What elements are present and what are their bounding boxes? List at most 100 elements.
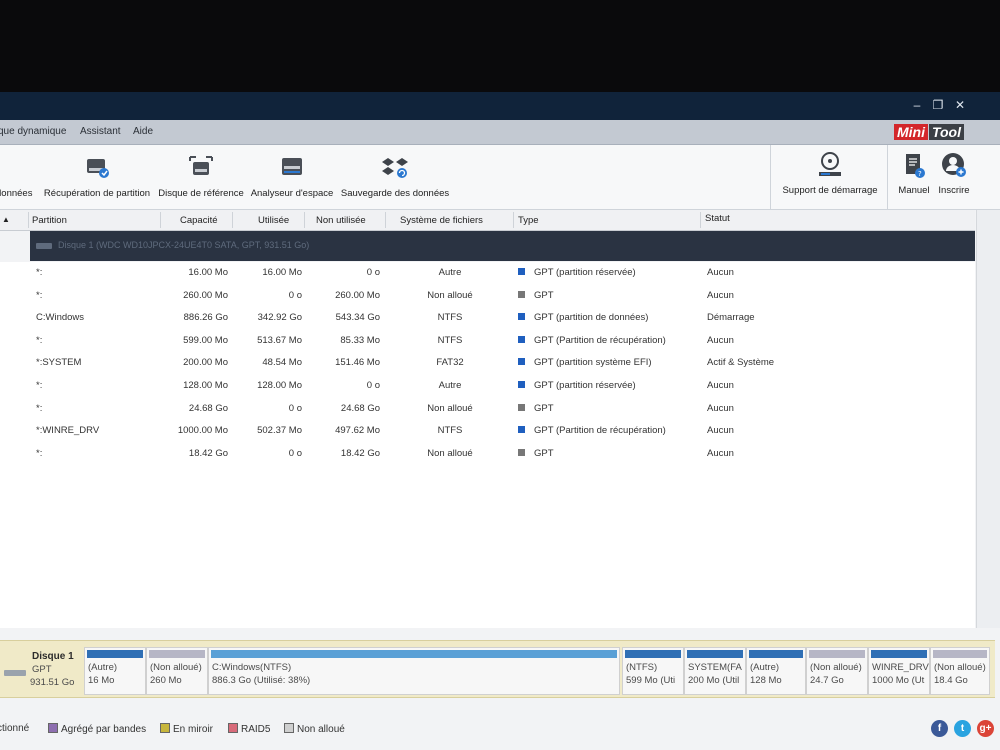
table-row[interactable]: *: 16.00 Mo 16.00 Mo 0 o Autre GPT (partition… xyxy=(0,262,975,285)
col-status[interactable]: Statut xyxy=(705,213,730,224)
type-color-square xyxy=(518,358,525,366)
legend-item: En miroir xyxy=(160,723,213,735)
col-partition[interactable]: Partition xyxy=(32,215,67,226)
table-row[interactable]: *:SYSTEM 200.00 Mo 48.54 Mo 151.46 Mo FAT32 G… xyxy=(0,352,975,375)
cell-partition: C:Windows xyxy=(36,312,85,324)
bootable-media-icon xyxy=(819,152,841,176)
partition-recovery-button[interactable]: Récupération de partition xyxy=(40,145,154,209)
toolbar-separator xyxy=(770,145,771,209)
segment-usage-bar xyxy=(211,650,617,658)
table-row[interactable]: *:WINRE_DRV 1000.00 Mo 502.37 Mo 497.62 Mo N… xyxy=(0,420,975,443)
googleplus-icon[interactable]: g+ xyxy=(977,720,994,737)
col-unused[interactable]: Non utilisée xyxy=(316,215,366,226)
partition-list-empty-area xyxy=(0,462,975,628)
legend-swatch xyxy=(48,723,58,733)
segment-size: 200 Mo (Util xyxy=(688,675,740,686)
legend-label: Agrégé par bandes xyxy=(61,724,147,735)
minimize-button[interactable]: – xyxy=(908,98,926,112)
toolbar-separator xyxy=(887,145,888,209)
menu-dynamic-disk[interactable]: que dynamique xyxy=(0,126,66,137)
table-row[interactable]: C:Windows 886.26 Go 342.92 Go 543.34 Go NTFS… xyxy=(0,307,975,330)
cell-unused: 0 o xyxy=(366,267,380,278)
bootable-media-button[interactable]: Support de démarrage xyxy=(774,145,886,209)
cell-status: Aucun xyxy=(707,380,734,391)
column-separator xyxy=(160,212,161,228)
col-capacity[interactable]: Capacité xyxy=(180,215,218,226)
cell-capacity: 24.68 Go xyxy=(188,402,228,414)
cell-fs: Autre xyxy=(438,380,462,391)
cell-unused: 24.68 Go xyxy=(340,402,380,414)
facebook-icon[interactable]: f xyxy=(931,720,948,737)
legend-label: En miroir xyxy=(173,724,214,735)
manual-label: Manuel xyxy=(898,185,930,196)
disk-map-segment[interactable]: (Non alloué) 18.4 Go xyxy=(930,647,990,695)
vertical-scrollbar[interactable] xyxy=(976,210,1000,628)
logo-mini: Mini xyxy=(893,124,928,140)
register-button[interactable]: Inscrire xyxy=(934,145,974,209)
table-row[interactable]: *: 260.00 Mo 0 o 260.00 Mo Non alloué GPT Aucu… xyxy=(0,285,975,308)
cell-partition: *:SYSTEM xyxy=(36,357,82,369)
cell-type: GPT (partition réservée) xyxy=(534,267,636,278)
space-analyzer-icon xyxy=(282,158,302,175)
type-color-square xyxy=(518,313,525,321)
disk-map-segment[interactable]: (Autre) 16 Mo xyxy=(84,647,146,695)
segment-usage-bar xyxy=(871,650,927,658)
legend-item: Non alloué xyxy=(284,723,345,735)
cell-fs: NTFS xyxy=(437,334,463,346)
menu-assistant[interactable]: Assistant xyxy=(80,126,121,137)
disk-map-segment[interactable]: (Non alloué) 24.7 Go xyxy=(806,647,868,695)
cell-unused: 543.34 Go xyxy=(335,312,380,324)
disk-map-segment[interactable]: (Non alloué) 260 Mo xyxy=(146,647,208,695)
disk-map: Disque 1 GPT 931.51 Go (Autre) 16 Mo (Non … xyxy=(0,640,995,698)
disk-map-segment[interactable]: C:Windows(NTFS) 886.3 Go (Utilisé: 38%) xyxy=(208,647,620,695)
cell-status: Aucun xyxy=(707,402,734,414)
segment-label: (Autre) xyxy=(88,662,118,673)
col-used[interactable]: Utilisée xyxy=(258,215,289,226)
minitool-logo: Mini Tool xyxy=(890,123,968,141)
table-row[interactable]: *: 128.00 Mo 128.00 Mo 0 o Autre GPT (partiti… xyxy=(0,375,975,398)
disk-map-info[interactable]: Disque 1 GPT 931.51 Go xyxy=(0,641,80,697)
disk-map-name: Disque 1 xyxy=(32,651,74,662)
type-color-square xyxy=(518,381,525,388)
legend-swatch xyxy=(160,723,170,733)
cell-used: 16.00 Mo xyxy=(262,267,302,278)
cell-capacity: 886.26 Go xyxy=(183,312,228,324)
cell-partition: *:WINRE_DRV xyxy=(36,425,100,437)
cell-fs: Autre xyxy=(438,267,462,278)
disk-map-segment[interactable]: (NTFS) 599 Mo (Uti xyxy=(622,647,684,695)
disk-icon xyxy=(36,243,52,249)
segment-usage-bar xyxy=(149,650,205,658)
cell-type: GPT (partition de données) xyxy=(534,312,649,324)
cell-partition: *: xyxy=(36,267,43,278)
cell-capacity: 1000.00 Mo xyxy=(177,425,228,437)
column-separator xyxy=(28,212,29,228)
cell-used: 513.67 Mo xyxy=(257,334,302,346)
segment-label: (Autre) xyxy=(750,662,780,673)
data-recovery-button[interactable]: données xyxy=(0,145,36,209)
twitter-icon[interactable]: t xyxy=(954,720,971,737)
manual-button[interactable]: ? Manuel xyxy=(894,145,934,209)
table-row[interactable]: *: 24.68 Go 0 o 24.68 Go Non alloué GPT Aucun xyxy=(0,398,975,421)
legend-swatch xyxy=(228,723,238,733)
disk-map-segment[interactable]: (Autre) 128 Mo xyxy=(746,647,806,695)
disk-map-segment[interactable]: WINRE_DRV 1000 Mo (Ut xyxy=(868,647,930,695)
disk-header-row[interactable]: Disque 1 (WDC WD10JPCX-24UE4T0 SATA, GPT… xyxy=(30,231,975,261)
col-filesystem[interactable]: Système de fichiers xyxy=(400,215,483,226)
data-backup-button[interactable]: Sauvegarde des données xyxy=(338,145,452,209)
disk-benchmark-icon xyxy=(189,156,213,175)
menu-help[interactable]: Aide xyxy=(133,126,153,137)
table-row[interactable]: *: 599.00 Mo 513.67 Mo 85.33 Mo NTFS GPT (Par… xyxy=(0,330,975,353)
collapse-arrow-icon[interactable]: ▲ xyxy=(2,215,10,224)
disk-benchmark-button[interactable]: Disque de référence xyxy=(156,145,246,209)
disk-map-segment[interactable]: SYSTEM(FA 200 Mo (Util xyxy=(684,647,746,695)
cell-type: GPT xyxy=(534,289,554,301)
segment-label: WINRE_DRV xyxy=(872,662,929,673)
segment-label: SYSTEM(FA xyxy=(688,662,742,673)
col-type[interactable]: Type xyxy=(518,215,539,226)
close-button[interactable]: ✕ xyxy=(951,98,969,112)
disk-map-icon xyxy=(4,670,26,676)
restore-button[interactable]: ❐ xyxy=(929,98,947,112)
space-analyzer-button[interactable]: Analyseur d'espace xyxy=(248,145,336,209)
legend-label: ctionné xyxy=(0,723,30,734)
cell-capacity: 599.00 Mo xyxy=(183,334,228,346)
